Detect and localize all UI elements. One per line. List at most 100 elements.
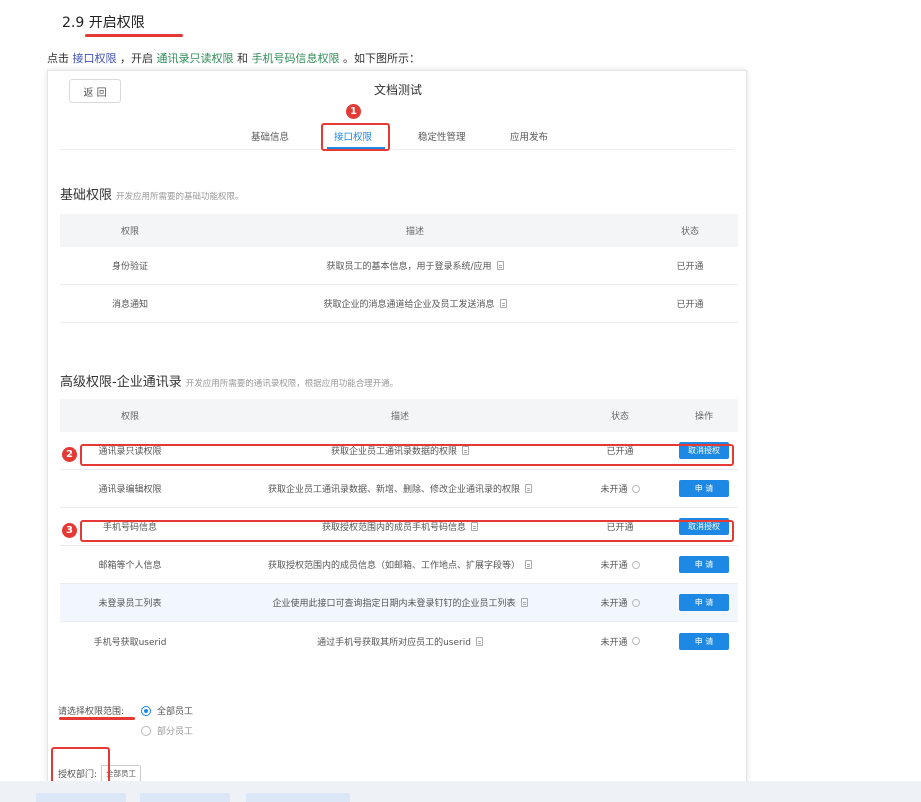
doc-icon[interactable] xyxy=(525,560,532,569)
table-header: 权限 描述 状态 xyxy=(60,214,738,247)
row-permission-name: 消息通知 xyxy=(111,300,148,310)
page: 2.9 开启权限 点击 接口权限 ，开启 通讯录只读权限 和 手机号码信息权限 … xyxy=(0,0,921,802)
app-title: 文档测试 xyxy=(373,83,422,97)
info-icon[interactable] xyxy=(631,637,640,645)
app-screenshot-frame: 返 回 文档测试 基础信息 接口权限 稳定性管理 应用发布 1 基础权限 开发应用… xyxy=(47,70,747,782)
header-status: 状态 xyxy=(610,412,629,422)
header-description: 描述 xyxy=(390,412,409,422)
tabs-divider xyxy=(60,149,734,150)
radio-all-label: 全部员工 xyxy=(157,707,194,717)
basic-desc: 开发应用所需要的基础功能权限。 xyxy=(116,192,244,202)
bottom-tab[interactable] xyxy=(36,793,126,802)
row-status-text: 未开通 xyxy=(600,561,628,571)
row-permission-name: 邮箱等个人信息 xyxy=(98,561,162,571)
basic-permissions-title: 基础权限 开发应用所需要的基础功能权限。 xyxy=(60,184,244,203)
info-icon[interactable] xyxy=(631,560,640,569)
row-status: 未开通 xyxy=(580,470,660,507)
doc-icon[interactable] xyxy=(520,598,528,607)
row-status: 未开通 xyxy=(580,622,660,660)
intro-link-readonly[interactable]: 通讯录只读权限 xyxy=(157,52,234,65)
row-action: 申 请 xyxy=(670,546,738,583)
radio-all-employees[interactable]: 全部员工 xyxy=(141,704,193,717)
bottom-bar xyxy=(0,781,921,802)
table-row: 未登录员工列表 企业使用此接口可查询指定日期内未登录钉钉的企业员工列表 未开通 … xyxy=(60,584,738,622)
radio-checked-icon xyxy=(141,705,151,716)
row-status: 未开通 xyxy=(580,546,660,583)
advanced-permissions-title: 高级权限-企业通讯录 开发应用所需要的通讯录权限，根据应用功能合理开通。 xyxy=(60,371,398,390)
info-icon[interactable] xyxy=(631,484,640,493)
intro-middle: ，开启 xyxy=(120,52,153,65)
intro-and: 和 xyxy=(237,52,248,65)
table-row: 身份验证 获取员工的基本信息，用于登录系统/应用 已开通 xyxy=(60,247,738,285)
row-description: 获取授权范围内的成员信息（如邮箱、工作地点、扩展字段等） xyxy=(200,546,600,583)
header-permission: 权限 xyxy=(120,412,139,422)
doc-icon[interactable] xyxy=(525,484,532,493)
annotation-badge-2: 2 xyxy=(62,447,77,462)
doc-icon[interactable] xyxy=(475,636,483,646)
table-row: 通讯录编辑权限 获取企业员工通讯录数据、新增、删除、修改企业通讯录的权限 未开通… xyxy=(60,470,738,508)
annotation-box-phone-row xyxy=(80,520,734,542)
doc-icon[interactable] xyxy=(499,299,507,308)
row-action: 申 请 xyxy=(670,622,738,660)
row-status: 已开通 xyxy=(676,262,704,272)
tab-basic-info[interactable]: 基础信息 xyxy=(251,129,289,143)
row-action: 申 请 xyxy=(670,584,738,621)
section-title-text: 开启权限 xyxy=(88,15,145,31)
row-description-text: 获取企业的消息通道给企业及员工发送消息 xyxy=(323,300,495,310)
row-description-text: 获取授权范围内的成员信息（如邮箱、工作地点、扩展字段等） xyxy=(267,561,520,571)
row-description: 获取企业员工通讯录数据、新增、删除、修改企业通讯录的权限 xyxy=(200,470,600,507)
row-action: 申 请 xyxy=(670,470,738,507)
row-description-text: 企业使用此接口可查询指定日期内未登录钉钉的企业员工列表 xyxy=(272,599,516,609)
apply-button[interactable]: 申 请 xyxy=(679,594,729,611)
apply-button[interactable]: 申 请 xyxy=(679,632,729,650)
row-permission-name: 身份验证 xyxy=(111,262,148,272)
row-status-text: 未开通 xyxy=(600,599,628,609)
apply-button[interactable]: 申 请 xyxy=(679,480,729,497)
tab-bar: 基础信息 接口权限 稳定性管理 应用发布 xyxy=(48,125,746,149)
table-row: 手机号获取userid 通过手机号获取其所对应员工的userid 未开通 申 请 xyxy=(60,622,738,660)
row-description-text: 获取企业员工通讯录数据、新增、删除、修改企业通讯录的权限 xyxy=(267,485,520,495)
intro-text: 点击 接口权限 ，开启 通讯录只读权限 和 手机号码信息权限 。如下图所示： xyxy=(47,50,420,66)
row-description-text: 获取员工的基本信息，用于登录系统/应用 xyxy=(326,262,492,272)
row-description-text: 通过手机号获取其所对应员工的userid xyxy=(317,637,471,648)
bottom-tab[interactable] xyxy=(246,793,350,802)
basic-title-text: 基础权限 xyxy=(60,188,113,203)
annotation-underline-title xyxy=(85,34,183,37)
tab-publish[interactable]: 应用发布 xyxy=(510,129,548,143)
bottom-tab[interactable] xyxy=(140,793,230,802)
header-permission: 权限 xyxy=(120,227,139,237)
advanced-desc: 开发应用所需要的通讯录权限，根据应用功能合理开通。 xyxy=(185,379,399,389)
header-status: 状态 xyxy=(680,227,699,237)
apply-button[interactable]: 申 请 xyxy=(679,556,729,573)
annotation-box-dept xyxy=(51,747,110,781)
radio-unchecked-icon xyxy=(141,725,151,736)
row-description: 获取企业的消息通道给企业及员工发送消息 xyxy=(200,285,630,322)
section-number: 2.9 xyxy=(62,15,85,31)
header-description: 描述 xyxy=(405,227,424,237)
annotation-box-readonly-row xyxy=(80,444,734,466)
tab-stability[interactable]: 稳定性管理 xyxy=(418,129,466,143)
advanced-title-text: 高级权限-企业通讯录 xyxy=(60,375,182,390)
row-status-text: 未开通 xyxy=(600,485,628,495)
intro-link-interface-permission[interactable]: 接口权限 xyxy=(73,52,117,65)
section-heading: 2.9 开启权限 xyxy=(62,12,145,32)
table-row: 邮箱等个人信息 获取授权范围内的成员信息（如邮箱、工作地点、扩展字段等） 未开通… xyxy=(60,546,738,584)
row-description: 通过手机号获取其所对应员工的userid xyxy=(200,622,600,660)
intro-link-phone[interactable]: 手机号码信息权限 xyxy=(252,52,340,65)
row-permission-name: 手机号获取userid xyxy=(93,637,167,648)
intro-suffix: 。如下图所示： xyxy=(343,52,420,65)
doc-icon[interactable] xyxy=(496,261,504,270)
table-header: 权限 描述 状态 操作 xyxy=(60,399,738,432)
radio-some-employees[interactable]: 部分员工 xyxy=(141,724,193,737)
row-status: 未开通 xyxy=(580,584,660,621)
radio-some-label: 部分员工 xyxy=(157,727,194,737)
annotation-badge-3: 3 xyxy=(62,523,77,538)
row-description: 获取员工的基本信息，用于登录系统/应用 xyxy=(200,247,630,284)
annotation-badge-1: 1 xyxy=(346,104,361,119)
info-icon[interactable] xyxy=(631,598,640,607)
annotation-box-tab xyxy=(321,123,390,151)
row-permission-name: 未登录员工列表 xyxy=(98,599,162,609)
table-row: 消息通知 获取企业的消息通道给企业及员工发送消息 已开通 xyxy=(60,285,738,323)
row-description: 企业使用此接口可查询指定日期内未登录钉钉的企业员工列表 xyxy=(200,584,600,621)
row-status: 已开通 xyxy=(676,300,704,310)
